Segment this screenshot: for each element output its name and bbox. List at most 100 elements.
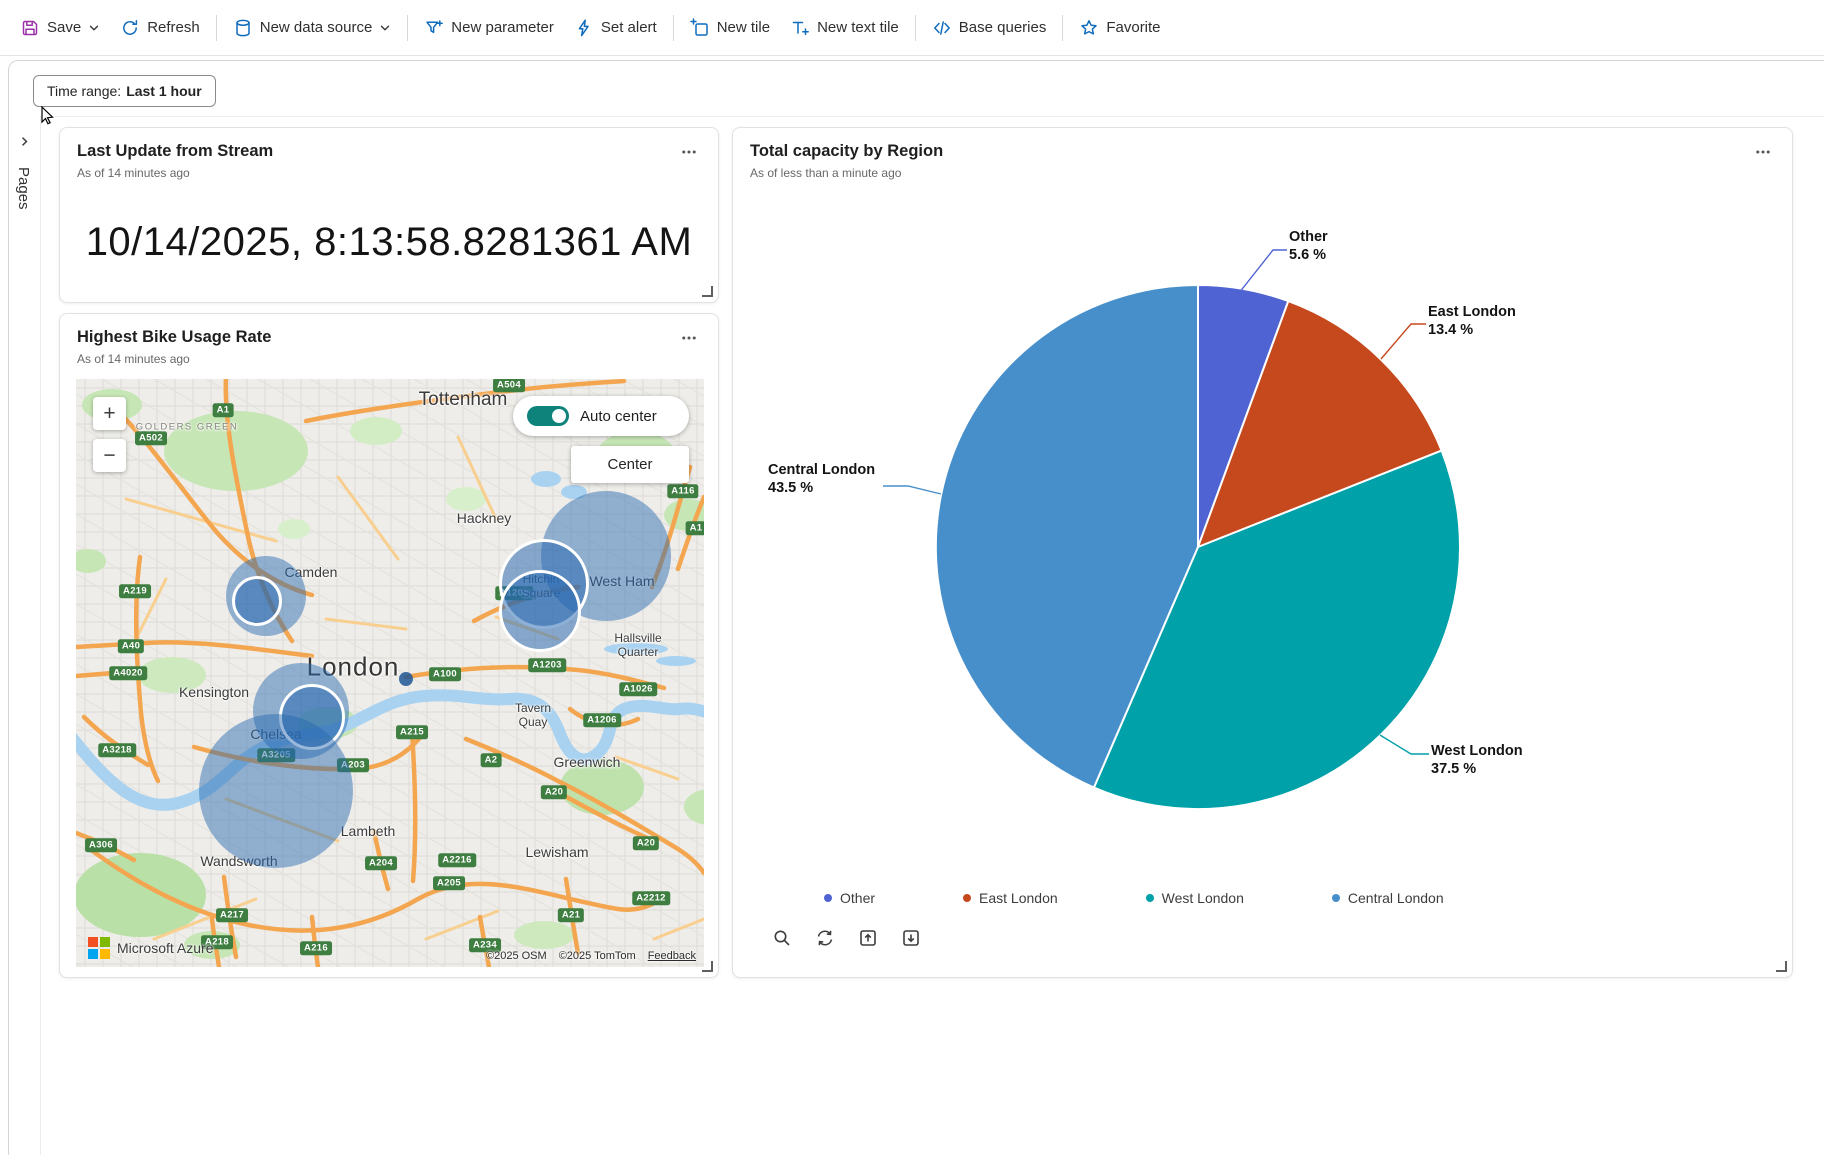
tile-resize-handle[interactable] xyxy=(702,286,713,297)
save-button[interactable]: Save xyxy=(10,8,110,48)
legend-item-central-london[interactable]: Central London xyxy=(1331,890,1444,906)
save-label: Save xyxy=(47,19,82,36)
tile-move-down-button[interactable] xyxy=(898,926,924,952)
road-badge: A216 xyxy=(300,941,332,955)
road-badge: A4020 xyxy=(109,666,147,680)
callout-value: 5.6 % xyxy=(1289,247,1327,263)
tile-resize-handle[interactable] xyxy=(702,961,713,972)
funnel-plus-icon xyxy=(424,18,444,38)
legend-item-other[interactable]: Other xyxy=(824,890,875,906)
tile-total-capacity-by-region: Total capacity by Region As of less than… xyxy=(732,127,1793,978)
tile-resize-handle[interactable] xyxy=(1776,961,1787,972)
refresh-icon xyxy=(120,18,140,38)
london-map[interactable]: A504 A1 A502 A219 A40 A4020 A3218 A306 A217 A218 A… xyxy=(76,379,704,967)
map-zoom-controls: + − xyxy=(93,397,126,472)
set-alert-button[interactable]: Set alert xyxy=(564,8,667,48)
lightning-icon xyxy=(574,18,594,38)
legend-dot xyxy=(1145,894,1154,902)
microsoft-logo-icon xyxy=(88,937,110,959)
map-place-label: GOLDERS GREEN xyxy=(135,421,239,433)
time-range-filter[interactable]: Time range: Last 1 hour xyxy=(33,75,216,107)
new-text-tile-button[interactable]: New text tile xyxy=(780,8,909,48)
pie-legend: Other East London West London Central Londo… xyxy=(824,890,1444,906)
legend-item-east-london[interactable]: East London xyxy=(963,890,1058,906)
text-tile-icon xyxy=(790,18,810,38)
map-attribution: ©2025 OSM ©2025 TomTom Feedback xyxy=(486,950,696,962)
pie-callout-line xyxy=(1238,249,1287,294)
set-alert-label: Set alert xyxy=(600,19,657,36)
tile-cycle-button[interactable] xyxy=(812,926,838,952)
refresh-label: Refresh xyxy=(147,19,200,36)
map-place-label: Hallsville Quarter xyxy=(614,631,662,659)
road-badge: A21 xyxy=(557,908,585,922)
bike-usage-bubble xyxy=(499,570,581,652)
legend-label: East London xyxy=(979,890,1058,906)
arrow-down-box-icon xyxy=(901,928,921,951)
more-dots-icon xyxy=(680,329,698,350)
new-tile-label: New tile xyxy=(716,19,771,36)
last-update-timestamp: 10/14/2025, 8:13:58.8281361 AM xyxy=(85,219,693,264)
toolbar-divider xyxy=(1062,14,1064,41)
tile-more-button[interactable] xyxy=(674,142,704,164)
bike-usage-bubble xyxy=(232,576,282,626)
refresh-button[interactable]: Refresh xyxy=(110,8,210,48)
zoom-out-button[interactable]: − xyxy=(93,439,126,472)
legend-dot xyxy=(824,894,832,902)
center-button[interactable]: Center xyxy=(571,446,689,483)
road-badge: A100 xyxy=(429,667,461,681)
legend-item-west-london[interactable]: West London xyxy=(1145,890,1244,906)
search-icon xyxy=(772,928,792,951)
road-badge: A306 xyxy=(85,838,117,852)
tile-move-up-button[interactable] xyxy=(855,926,881,952)
tile-more-button[interactable] xyxy=(674,328,704,350)
auto-center-label: Auto center xyxy=(580,407,657,425)
new-tile-button[interactable]: New tile xyxy=(680,8,780,48)
legend-label: Central London xyxy=(1347,890,1444,906)
feedback-link[interactable]: Feedback xyxy=(648,950,696,962)
tile-last-update-from-stream: Last Update from Stream As of 14 minutes… xyxy=(59,127,719,303)
road-badge: A1 xyxy=(685,521,704,535)
road-badge: A1026 xyxy=(619,682,657,696)
tile-footer-actions xyxy=(769,926,924,952)
toolbar-divider xyxy=(407,14,409,41)
road-badge: A2212 xyxy=(632,891,670,905)
favorite-button[interactable]: Favorite xyxy=(1069,8,1170,48)
filter-row-divider xyxy=(41,116,1824,117)
star-icon xyxy=(1079,18,1099,38)
favorite-label: Favorite xyxy=(1106,19,1161,36)
callout-name: Other xyxy=(1289,229,1328,245)
map-provider-text: Microsoft Azure xyxy=(117,940,214,956)
pie-chart xyxy=(883,249,1461,811)
map-place-label: Tavern Quay xyxy=(514,701,552,729)
chevron-right-icon xyxy=(18,135,31,151)
code-icon xyxy=(932,18,952,38)
pie-callout-line xyxy=(1380,323,1426,360)
tile-highest-bike-usage: Highest Bike Usage Rate As of 14 minutes… xyxy=(59,313,719,978)
tile-title: Last Update from Stream xyxy=(77,142,274,160)
dashboard-page: Save Refresh New data source New parameter S… xyxy=(0,0,1824,1155)
pie-callout-label: Other 5.6 % xyxy=(1289,228,1328,264)
new-parameter-button[interactable]: New parameter xyxy=(414,8,564,48)
map-place-label: Tottenham xyxy=(418,389,508,410)
new-data-source-button[interactable]: New data source xyxy=(223,8,402,48)
legend-dot xyxy=(963,894,972,902)
road-badge: A1203 xyxy=(528,658,566,672)
expand-pages-button[interactable] xyxy=(12,131,36,155)
base-queries-button[interactable]: Base queries xyxy=(922,8,1057,48)
road-badge: A204 xyxy=(365,856,397,870)
pie-callout-label: Central London 43.5 % xyxy=(768,461,875,497)
callout-name: West London xyxy=(1431,743,1523,759)
road-badge: A219 xyxy=(119,584,151,598)
zoom-in-button[interactable]: + xyxy=(93,397,126,430)
tile-plus-icon xyxy=(689,17,710,38)
auto-center-toggle[interactable] xyxy=(527,406,569,426)
new-text-tile-label: New text tile xyxy=(817,19,899,36)
toolbar-divider xyxy=(672,14,674,41)
road-badge: A20 xyxy=(632,836,660,850)
tomtom-credit: ©2025 TomTom xyxy=(558,950,636,962)
map-provider-logo: Microsoft Azure xyxy=(88,937,213,959)
chevron-down-icon xyxy=(379,22,391,34)
osm-credit: ©2025 OSM xyxy=(485,950,547,962)
database-icon xyxy=(233,18,253,38)
tile-search-button[interactable] xyxy=(769,926,795,952)
